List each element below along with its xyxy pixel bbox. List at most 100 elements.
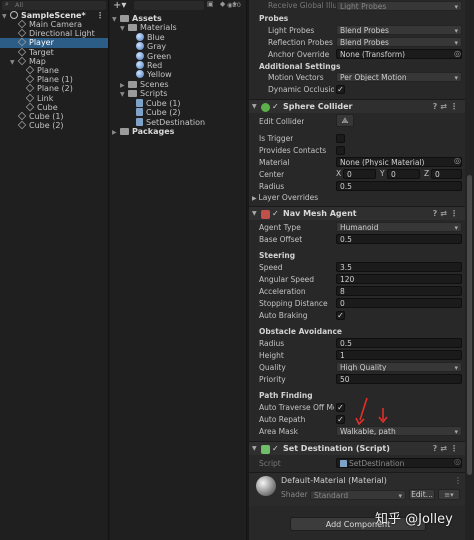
material-asset-label: Red [147, 60, 163, 70]
foldout-arrow-icon[interactable]: ▼ [252, 100, 257, 114]
edit-shader-button[interactable]: Edit... [409, 489, 435, 500]
acceleration-field[interactable]: 8 [336, 286, 462, 296]
enabled-check-icon[interactable]: ✓ [272, 100, 279, 114]
packages-folder[interactable]: ▶ Packages [110, 127, 246, 137]
center-label: Center [259, 170, 285, 179]
scripts-folder[interactable]: ▼ Scripts [110, 89, 246, 99]
project-panel: +▾ ▣ ◆ ★ ◉20 ▼ Assets ▼ Materials Blue Gray… [110, 0, 247, 540]
sphere-collider-header[interactable]: ▼ ✓ Sphere Collider ?⇄⋮ [249, 99, 465, 113]
create-plus-button[interactable]: +▾ [113, 1, 126, 11]
gameobject-icon [25, 74, 35, 84]
search-icon: ⌕ [5, 0, 9, 8]
hierarchy-item[interactable]: Cube (2) [0, 120, 108, 131]
auto-repath-label: Auto Repath [259, 415, 306, 424]
project-search-field[interactable] [134, 1, 204, 10]
gameobject-icon [25, 65, 35, 75]
hierarchy-search-placeholder: All [15, 1, 24, 9]
script-file-icon [136, 99, 143, 107]
edit-collider-button[interactable]: ⟁ [336, 114, 354, 127]
gameobject-icon [17, 38, 27, 47]
quality-dropdown[interactable]: High Quality [336, 362, 462, 372]
edit-collider-icon: ⟁ [341, 116, 349, 125]
stopping-distance-label: Stopping Distance [259, 299, 328, 308]
probes-section-title: Probes [259, 14, 289, 23]
hierarchy-item-label: Cube [37, 102, 58, 112]
priority-field[interactable]: 50 [336, 374, 462, 384]
enabled-check-icon[interactable]: ✓ [272, 442, 279, 456]
speed-label: Speed [259, 263, 283, 272]
provides-contacts-checkbox[interactable] [336, 146, 345, 155]
shader-dropdown[interactable]: Standard [310, 490, 406, 500]
center-x-label: X [336, 169, 342, 178]
obstacle-avoidance-title: Obstacle Avoidance [259, 327, 343, 336]
hierarchy-item-label: Link [37, 93, 54, 103]
component-menu-icons[interactable]: ?⇄⋮ [433, 207, 461, 221]
scrollbar-thumb[interactable] [467, 175, 472, 475]
reflection-probes-dropdown[interactable]: Blend Probes [336, 37, 462, 47]
material-asset-label: Gray [147, 42, 167, 52]
project-count: ◉20 [227, 1, 241, 9]
foldout-arrow-icon[interactable]: ▼ [252, 442, 257, 456]
hierarchy-search-field[interactable]: ⌕ All [2, 0, 106, 10]
radius-field[interactable]: 0.5 [336, 181, 462, 191]
component-menu-icons[interactable]: ?⇄⋮ [433, 442, 461, 456]
center-z-field[interactable]: 0 [431, 169, 462, 179]
anchor-override-field[interactable]: None (Transform) [336, 49, 462, 59]
angular-speed-field[interactable]: 120 [336, 274, 462, 284]
hierarchy-item-label: Cube (2) [29, 121, 64, 131]
light-probes-dropdown[interactable]: Blend Probes [336, 25, 462, 35]
sphere-collider-icon [261, 103, 270, 112]
material-icon [136, 33, 144, 41]
dynamic-occlusion-checkbox[interactable]: ✓ [336, 85, 345, 94]
object-picker-icon[interactable]: ◎ [454, 49, 461, 58]
avoid-radius-label: Radius [259, 339, 285, 348]
steering-title: Steering [259, 251, 296, 260]
gameobject-icon [17, 56, 27, 66]
auto-traverse-label: Auto Traverse Off Me [259, 403, 334, 412]
materials-folder[interactable]: ▼ Materials [110, 23, 246, 33]
light-probes-label: Light Probes [268, 26, 315, 35]
enabled-check-icon[interactable]: ✓ [272, 207, 279, 221]
script-asset-label: Cube (1) [146, 99, 181, 108]
folder-icon [128, 81, 137, 88]
center-x-field[interactable]: 0 [343, 169, 376, 179]
height-field[interactable]: 1 [336, 350, 462, 360]
gameobject-icon [25, 84, 35, 93]
agent-type-dropdown[interactable]: Humanoid [336, 222, 462, 232]
center-y-field[interactable]: 0 [387, 169, 420, 179]
collapse-arrow-icon[interactable]: ▶ [112, 128, 120, 138]
avoid-radius-field[interactable]: 0.5 [336, 338, 462, 348]
nav-mesh-agent-header[interactable]: ▼ ✓ Nav Mesh Agent ?⇄⋮ [249, 206, 465, 220]
hierarchy-panel: ⌕ All ▼ SampleScene* ⋮ Main Camera Directi… [0, 0, 109, 540]
object-picker-icon[interactable]: ◎ [454, 156, 461, 165]
quality-label: Quality [259, 363, 286, 372]
is-trigger-checkbox[interactable] [336, 134, 345, 143]
angular-speed-label: Angular Speed [259, 275, 315, 284]
speed-field[interactable]: 3.5 [336, 262, 462, 272]
base-offset-field[interactable]: 0.5 [336, 234, 462, 244]
annotation-arrow-1 [359, 397, 368, 421]
material-asset[interactable]: Yellow [110, 70, 246, 80]
nav-mesh-agent-icon [261, 210, 270, 219]
material-icon [136, 60, 144, 69]
component-menu-icons[interactable]: ?⇄⋮ [433, 100, 461, 114]
motion-vectors-dropdown[interactable]: Per Object Motion [336, 72, 462, 82]
receive-gi-dropdown[interactable]: Light Probes [336, 1, 462, 11]
center-z-label: Z [424, 169, 430, 178]
area-mask-label: Area Mask [259, 427, 298, 436]
layer-overrides-foldout[interactable]: ▶ Layer Overrides [252, 192, 318, 203]
auto-braking-checkbox[interactable]: ✓ [336, 311, 345, 320]
physic-material-field[interactable]: None (Physic Material) [336, 157, 462, 167]
foldout-arrow-icon[interactable]: ▼ [252, 207, 257, 221]
material-menu-icon[interactable]: ⋮ [454, 476, 462, 485]
shader-menu-button[interactable]: ≡▾ [438, 489, 460, 500]
watermark-text: 知乎 @Jolley [375, 512, 453, 527]
script-label: Script [259, 459, 281, 468]
stopping-distance-field[interactable]: 0 [336, 298, 462, 308]
material-label: Material [259, 158, 290, 167]
set-destination-header[interactable]: ▼ ✓ Set Destination (Script) ?⇄⋮ [249, 441, 465, 455]
material-asset-label: Blue [147, 33, 165, 42]
script-file-icon [136, 117, 143, 126]
script-asset-label: Cube (2) [146, 108, 181, 118]
hierarchy-item-label: Plane (2) [37, 84, 73, 94]
